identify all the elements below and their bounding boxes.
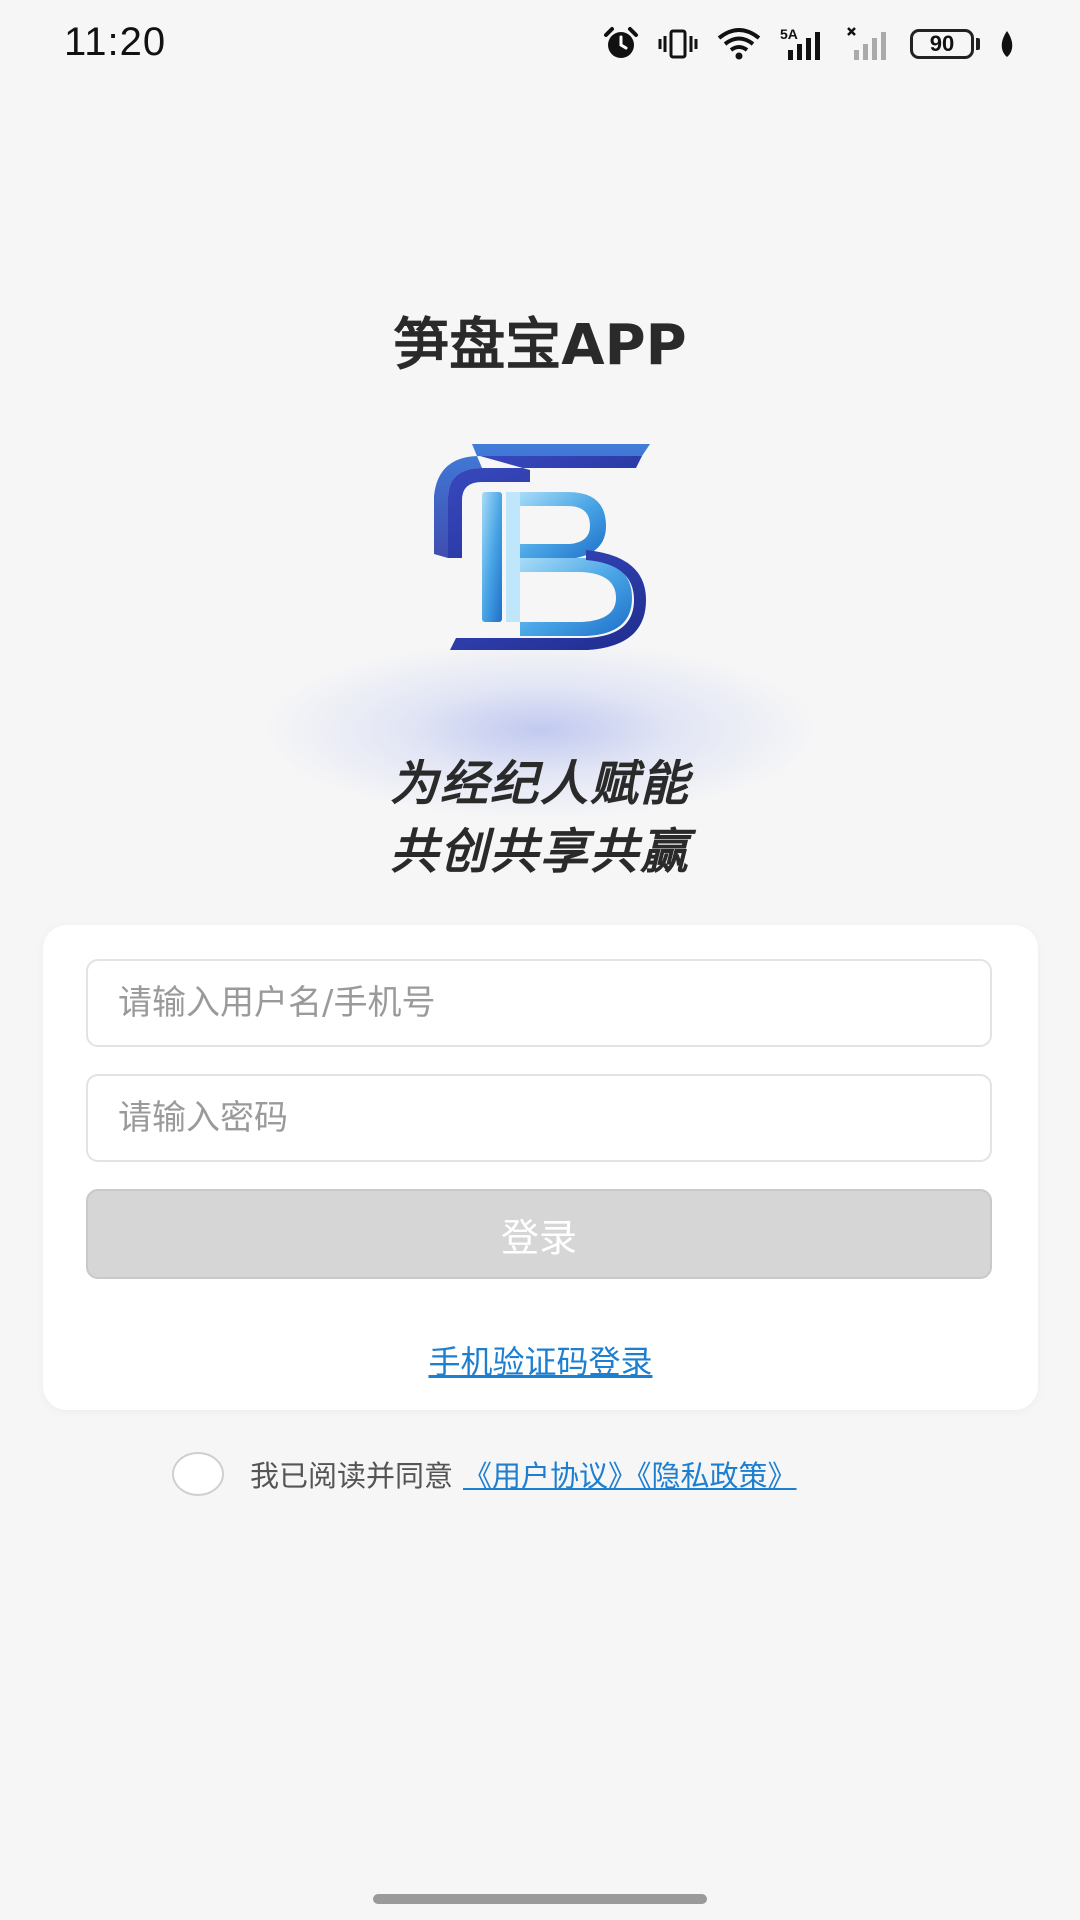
login-card: 登录 手机验证码登录 [43,925,1038,1410]
sb-logo [434,444,650,650]
slogan-line-1: 为经纪人赋能 [389,756,690,812]
battery-level: 90 [910,29,974,59]
status-bar: 11:20 5A 90 [0,0,1080,90]
wifi-icon [716,26,762,62]
home-indicator[interactable] [373,1894,707,1904]
battery-icon: 90 [910,29,980,59]
agreement-row: 我已阅读并同意 《用户协议》《隐私政策》 [172,1450,797,1498]
agreement-links[interactable]: 《用户协议》《隐私政策》 [463,1453,797,1495]
password-input[interactable] [86,1074,992,1162]
network-label: 5A [780,26,798,42]
status-time: 11:20 [64,20,167,64]
vibrate-icon [658,26,698,62]
slogan-line-2: 共创共享共赢 [389,824,690,880]
5g-signal-icon: 5A [780,26,828,62]
sms-login-link[interactable]: 手机验证码登录 [43,1337,1038,1383]
leaf-icon [998,26,1016,62]
status-icons: 5A 90 [602,26,1016,62]
alarm-icon [602,26,640,62]
app-title: 笋盘宝APP [393,313,687,378]
agreement-checkbox[interactable] [172,1452,224,1496]
login-button[interactable]: 登录 [86,1189,992,1279]
no-signal-icon [846,26,892,62]
agreement-text: 我已阅读并同意 [250,1459,454,1493]
username-input[interactable] [86,959,992,1047]
